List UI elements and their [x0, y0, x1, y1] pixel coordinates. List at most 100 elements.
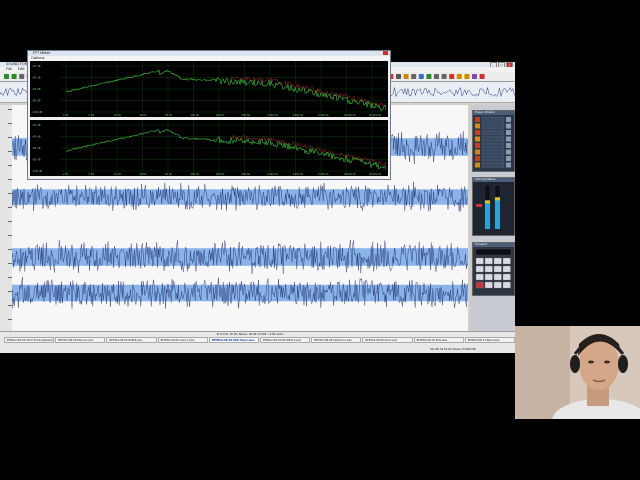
fft-db-label: -40 dB — [32, 76, 41, 80]
fft-db-label: -100 dB — [32, 169, 42, 173]
file-tabs: BFIMAX-08-02-2017-fullrangetester.wav BFI… — [0, 337, 516, 343]
fft-freq-label: 1,000 Hz — [267, 173, 278, 176]
transport-button[interactable] — [484, 281, 493, 289]
fft-freq-label: 500 Hz — [242, 173, 251, 176]
plugin-slot[interactable] — [475, 116, 511, 123]
plugin-slot[interactable] — [475, 162, 511, 168]
format-info-text: 44,100 Hz 16 bit Stereo 15,680 MB — [430, 348, 476, 351]
webcam-person-image — [515, 326, 640, 419]
fft-freq-label: 200 Hz — [216, 114, 225, 117]
transport-buttons[interactable] — [473, 247, 514, 295]
fft-freq-label: 5 Hz — [89, 114, 95, 117]
docked-panels: Plug-In Chainer Channel Meters Transport — [470, 105, 515, 345]
fft-db-label: -80 dB — [32, 99, 41, 103]
channel-meters-panel: Channel Meters — [472, 177, 515, 236]
fft-freq-label: 10 Hz — [114, 173, 122, 176]
transport-button[interactable] — [493, 265, 502, 273]
fft-db-label: -60 dB — [32, 87, 41, 91]
toolbar-button-icon[interactable] — [479, 74, 485, 79]
toolbar-button-icon[interactable] — [441, 74, 447, 79]
plugin-slot[interactable] — [475, 136, 511, 142]
toolbar-button-icon[interactable] — [418, 74, 424, 79]
toolbar-button-icon[interactable] — [426, 74, 432, 79]
file-tab[interactable]: BFIMAX-08-05-Gold-7.wav — [157, 337, 208, 343]
file-tab[interactable]: BFIMAX-08-09-Voice.wav — [362, 337, 413, 343]
file-tab[interactable]: BFIMAX-08-08 Spectrum.wav — [311, 337, 362, 343]
file-tab[interactable]: BFIMAX-08-10-Pink.wav — [413, 337, 464, 343]
plugin-slot[interactable] — [475, 155, 511, 162]
toolbar-button-icon[interactable] — [396, 74, 401, 79]
toolbar-button-icon[interactable] — [19, 74, 25, 79]
fft-freq-label: 20 Hz — [140, 114, 148, 117]
fft-close-button[interactable] — [383, 51, 388, 55]
file-tab[interactable]: BFIMAX-08-06 008 Adsor.wav — [208, 337, 260, 343]
transport-button[interactable] — [493, 257, 502, 265]
plugin-slot[interactable] — [475, 142, 511, 149]
transport-button[interactable] — [502, 281, 511, 289]
plugin-slot[interactable] — [475, 123, 511, 129]
toolbar-button-icon[interactable] — [449, 74, 455, 79]
fft-freq-label: 50 Hz — [165, 114, 173, 117]
transport-button[interactable] — [475, 257, 484, 265]
fft-db-label: -80 dB — [32, 158, 41, 162]
transport-panel: Transport — [472, 242, 515, 296]
transport-button[interactable] — [502, 257, 511, 265]
toolbar-button-icon[interactable] — [411, 74, 417, 79]
fft-plots: -20 dB -40 dB -60 dB -80 dB -100 dB 2 Hz 5 Hz 1… — [30, 61, 388, 176]
transport-button[interactable] — [493, 281, 502, 289]
toolbar-button-icon[interactable] — [11, 74, 17, 79]
plugin-slot[interactable] — [475, 149, 511, 155]
fft-freq-label: 20,000 Hz — [369, 173, 382, 176]
transport-button[interactable] — [484, 257, 493, 265]
transport-button[interactable] — [502, 265, 511, 273]
fft-plot-left: -20 dB -40 dB -60 dB -80 dB -100 dB 2 Hz 5 Hz 1… — [30, 61, 388, 117]
transport-button[interactable] — [475, 281, 484, 289]
file-tab[interactable]: BFIMAX-08-03-Marcelo.wav — [55, 337, 106, 343]
transport-button[interactable] — [502, 273, 511, 281]
channel-level-meter — [484, 184, 491, 230]
file-tab[interactable]: BFIMAX-08-11-Band.wav — [464, 337, 516, 343]
fft-freq-label: 50 Hz — [165, 173, 173, 176]
toolbar-button-icon[interactable] — [434, 74, 439, 79]
fft-db-label: -20 dB — [32, 123, 41, 127]
fft-freq-label: 5,000 Hz — [318, 173, 329, 176]
fft-db-label: -60 dB — [32, 146, 41, 150]
toolbar-button-icon[interactable] — [403, 74, 409, 79]
plugin-slots[interactable] — [473, 115, 514, 171]
file-tab[interactable]: BFIMAX-08-07-MultiTrack.wav — [260, 337, 311, 343]
fft-plot-right: -20 dB -40 dB -60 dB -80 dB -100 dB 2 Hz 5 Hz 1… — [30, 120, 388, 176]
fft-freq-label: 2 Hz — [63, 173, 69, 176]
fft-freq-label: 2,000 Hz — [293, 114, 304, 117]
fft-meter-window[interactable]: FFT Meter Options -20 dB -40 dB -60 dB -80 … — [27, 50, 391, 180]
plugin-chainer-panel: Plug-In Chainer — [472, 110, 515, 172]
fft-db-label: -40 dB — [32, 135, 41, 139]
toolbar-button-icon[interactable] — [4, 74, 9, 79]
file-tab[interactable]: BFIMAX-08-02-2017-fullrangetester.wav — [4, 337, 55, 343]
fft-freq-label: 2,000 Hz — [293, 173, 304, 176]
toolbar-button-icon[interactable] — [472, 74, 477, 79]
gain-fader-handle[interactable] — [476, 204, 482, 207]
transport-button[interactable] — [475, 265, 484, 273]
fft-freq-label: 10,000 Hz — [344, 114, 357, 117]
transport-button[interactable] — [475, 273, 484, 281]
fft-options-menu[interactable]: Options — [31, 56, 45, 60]
fft-freq-label: 10 Hz — [114, 114, 122, 117]
fft-freq-label: 100 Hz — [191, 173, 200, 176]
fft-freq-label: 2 Hz — [63, 114, 69, 117]
level-meters[interactable] — [473, 182, 514, 235]
fft-db-label: -100 dB — [32, 110, 42, 114]
time-display — [475, 248, 512, 256]
channel-level-meter — [494, 184, 501, 230]
fft-freq-label: 200 Hz — [216, 173, 225, 176]
file-tab[interactable]: BFIMAX-08-04 PARTE.wav — [106, 337, 157, 343]
fft-freq-label: 5 Hz — [89, 173, 95, 176]
transport-button[interactable] — [484, 273, 493, 281]
toolbar-button-icon[interactable] — [464, 74, 470, 79]
transport-button[interactable] — [484, 265, 493, 273]
toolbar-button-icon[interactable] — [456, 74, 462, 79]
fft-db-label: -20 dB — [32, 64, 41, 68]
transport-button[interactable] — [493, 273, 502, 281]
plugin-slot[interactable] — [475, 129, 511, 136]
fft-freq-label: 20 Hz — [140, 173, 148, 176]
fft-freq-label: 10,000 Hz — [344, 173, 357, 176]
